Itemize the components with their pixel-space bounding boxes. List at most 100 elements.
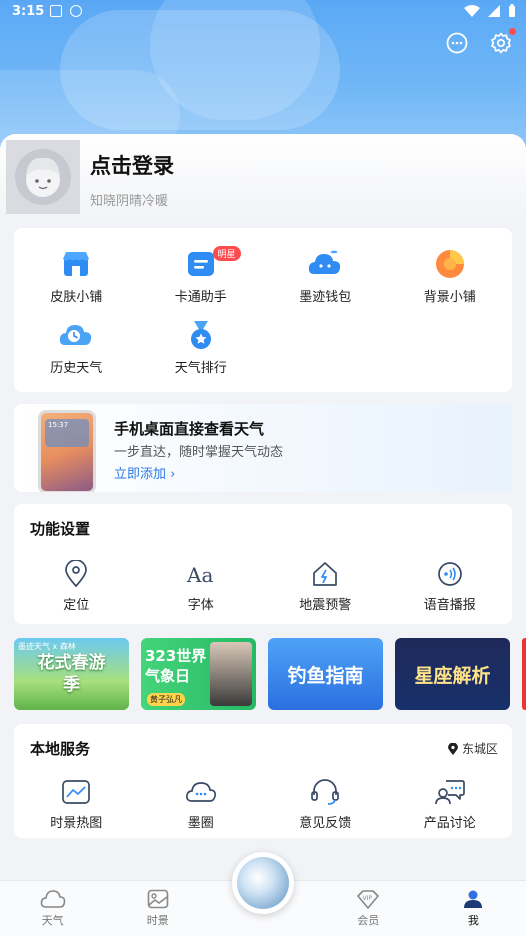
setting-location[interactable]: 定位: [14, 560, 139, 613]
banner-fishing-guide[interactable]: 钓鱼指南: [268, 638, 383, 710]
ranking-medal-icon: [190, 321, 211, 349]
message-button[interactable]: [444, 30, 470, 56]
grid-item-history-weather[interactable]: 历史天气: [14, 319, 139, 376]
service-label: 产品讨论: [423, 816, 476, 831]
local-services-card: 本地服务 东城区 时景热图 墨圈 意见反馈 产品讨论: [14, 724, 512, 838]
setting-voice-broadcast[interactable]: 语音播报: [388, 560, 513, 613]
banner-next-edge[interactable]: [522, 638, 526, 710]
service-product-discussion[interactable]: 产品讨论: [388, 778, 513, 831]
section-title: 功能设置: [30, 520, 91, 538]
tab-me[interactable]: 我: [421, 881, 526, 936]
grid-item-label: 墨迹钱包: [299, 290, 352, 305]
discussion-icon: [434, 780, 465, 805]
shop-icon: [63, 252, 90, 276]
header-actions: [444, 28, 516, 56]
activity-banners: 墨迹天气 x 森林 花式春游季 323世界气象日 黄子弘凡 钓鱼指南 星座解析: [14, 638, 526, 710]
phone-time: 15:37: [48, 421, 69, 429]
location-pin-icon: [65, 560, 88, 588]
service-label: 意见反馈: [299, 816, 352, 831]
phone-illustration: 15:37: [38, 410, 96, 492]
banner-meteorological-day[interactable]: 323世界气象日 黄子弘凡: [141, 638, 256, 710]
grid-item-label: 卡通助手: [174, 290, 227, 305]
quick-tools-card: 皮肤小铺 明星 卡通助手 墨迹钱包 背景小铺 历史天气 天气排行: [14, 228, 512, 392]
svg-text:Aa: Aa: [186, 563, 213, 587]
grid-item-background-shop[interactable]: 背景小铺: [388, 248, 513, 305]
setting-font[interactable]: Aa 字体: [139, 560, 264, 613]
cartoon-assistant-icon: [187, 252, 214, 276]
scene-image-icon: [147, 889, 169, 909]
me-person-icon: [464, 890, 483, 908]
tab-vip[interactable]: VIP 会员: [316, 881, 421, 936]
wallet-icon: [309, 250, 341, 274]
location-pin-icon: [447, 742, 458, 755]
banner-tag: 墨迹天气 x 森林: [18, 642, 76, 651]
promo-add-link[interactable]: 立即添加 ›: [114, 463, 175, 482]
settings-button[interactable]: [488, 28, 516, 56]
history-weather-icon: [60, 325, 92, 345]
status-time: 3:15: [12, 4, 45, 19]
status-system-icons: [464, 4, 516, 18]
earthquake-alert-icon: [313, 562, 338, 586]
service-community[interactable]: 墨圈: [139, 778, 264, 831]
grid-item-skin-shop[interactable]: 皮肤小铺: [14, 248, 139, 305]
login-subtitle: 知晓阴晴冷暖: [90, 194, 169, 209]
font-icon: Aa: [186, 563, 213, 587]
gear-icon: [491, 32, 511, 54]
battery-icon: [509, 4, 515, 17]
grid-item-label: 历史天气: [50, 361, 103, 376]
setting-label: 定位: [63, 598, 90, 613]
promo-subtitle: 一步直达，随时掌握天气动态: [114, 445, 284, 460]
service-scene-heatmap[interactable]: 时景热图: [14, 778, 139, 831]
signal-icon: [488, 5, 500, 17]
service-label: 墨圈: [187, 816, 214, 831]
center-weather-bubble[interactable]: [232, 852, 294, 914]
community-cloud-icon: [185, 782, 216, 802]
location-selector[interactable]: 东城区: [447, 740, 498, 757]
avatar[interactable]: [6, 140, 80, 214]
default-avatar-icon: [15, 149, 71, 205]
banner-spring-outing[interactable]: 墨迹天气 x 森林 花式春游季: [14, 638, 129, 710]
promo-title: 手机桌面直接查看天气: [114, 420, 265, 438]
setting-label: 字体: [187, 598, 214, 613]
wifi-icon: [464, 5, 480, 17]
banner-text: 钓鱼指南: [287, 664, 364, 687]
setting-label: 语音播报: [423, 598, 476, 613]
service-feedback[interactable]: 意见反馈: [263, 778, 388, 831]
tab-scene[interactable]: 时景: [105, 881, 210, 936]
celebrity-photo: [210, 642, 252, 706]
chat-bubble-icon: [446, 32, 468, 54]
banner-text: 花式春游季: [37, 653, 106, 695]
svg-text:VIP: VIP: [363, 895, 373, 902]
grid-item-label: 皮肤小铺: [50, 290, 103, 305]
login-title[interactable]: 点击登录: [90, 150, 174, 180]
tab-label: 会员: [357, 914, 380, 927]
banner-horoscope[interactable]: 星座解析: [395, 638, 510, 710]
vip-icon: VIP: [357, 890, 380, 909]
tab-weather[interactable]: 天气: [0, 881, 105, 936]
notification-icon: [50, 5, 62, 17]
banner-text: 323世界气象日: [145, 647, 207, 685]
tab-label: 天气: [41, 914, 64, 927]
banner-text: 星座解析: [414, 664, 491, 687]
setting-earthquake-alert[interactable]: 地震预警: [263, 560, 388, 613]
background-shop-icon: [435, 250, 464, 278]
desktop-widget-promo[interactable]: 15:37 手机桌面直接查看天气 一步直达，随时掌握天气动态 立即添加 ›: [14, 404, 512, 492]
voice-broadcast-icon: [437, 562, 462, 586]
grid-item-wallet[interactable]: 墨迹钱包: [263, 248, 388, 305]
tab-label: 我: [467, 914, 479, 927]
grid-item-label: 天气排行: [174, 361, 227, 376]
tab-label: 时景: [146, 914, 169, 927]
phone-screen: 15:37: [45, 419, 89, 447]
headset-feedback-icon: [311, 779, 340, 805]
badge-star: 明星: [212, 246, 241, 261]
grid-item-weather-ranking[interactable]: 天气排行: [139, 319, 264, 376]
status-notification-icons: [50, 5, 82, 17]
notification-dot: [509, 28, 516, 35]
location-text: 东城区: [461, 742, 498, 756]
function-settings-card: 功能设置 定位 Aa 字体 地震预警 语音播报: [14, 504, 512, 624]
service-label: 时景热图: [50, 816, 103, 831]
setting-label: 地震预警: [299, 598, 352, 613]
grid-item-cartoon-assistant[interactable]: 明星 卡通助手: [139, 246, 264, 305]
grid-item-label: 背景小铺: [423, 290, 476, 305]
banner-tag: 黄子弘凡: [147, 693, 185, 706]
